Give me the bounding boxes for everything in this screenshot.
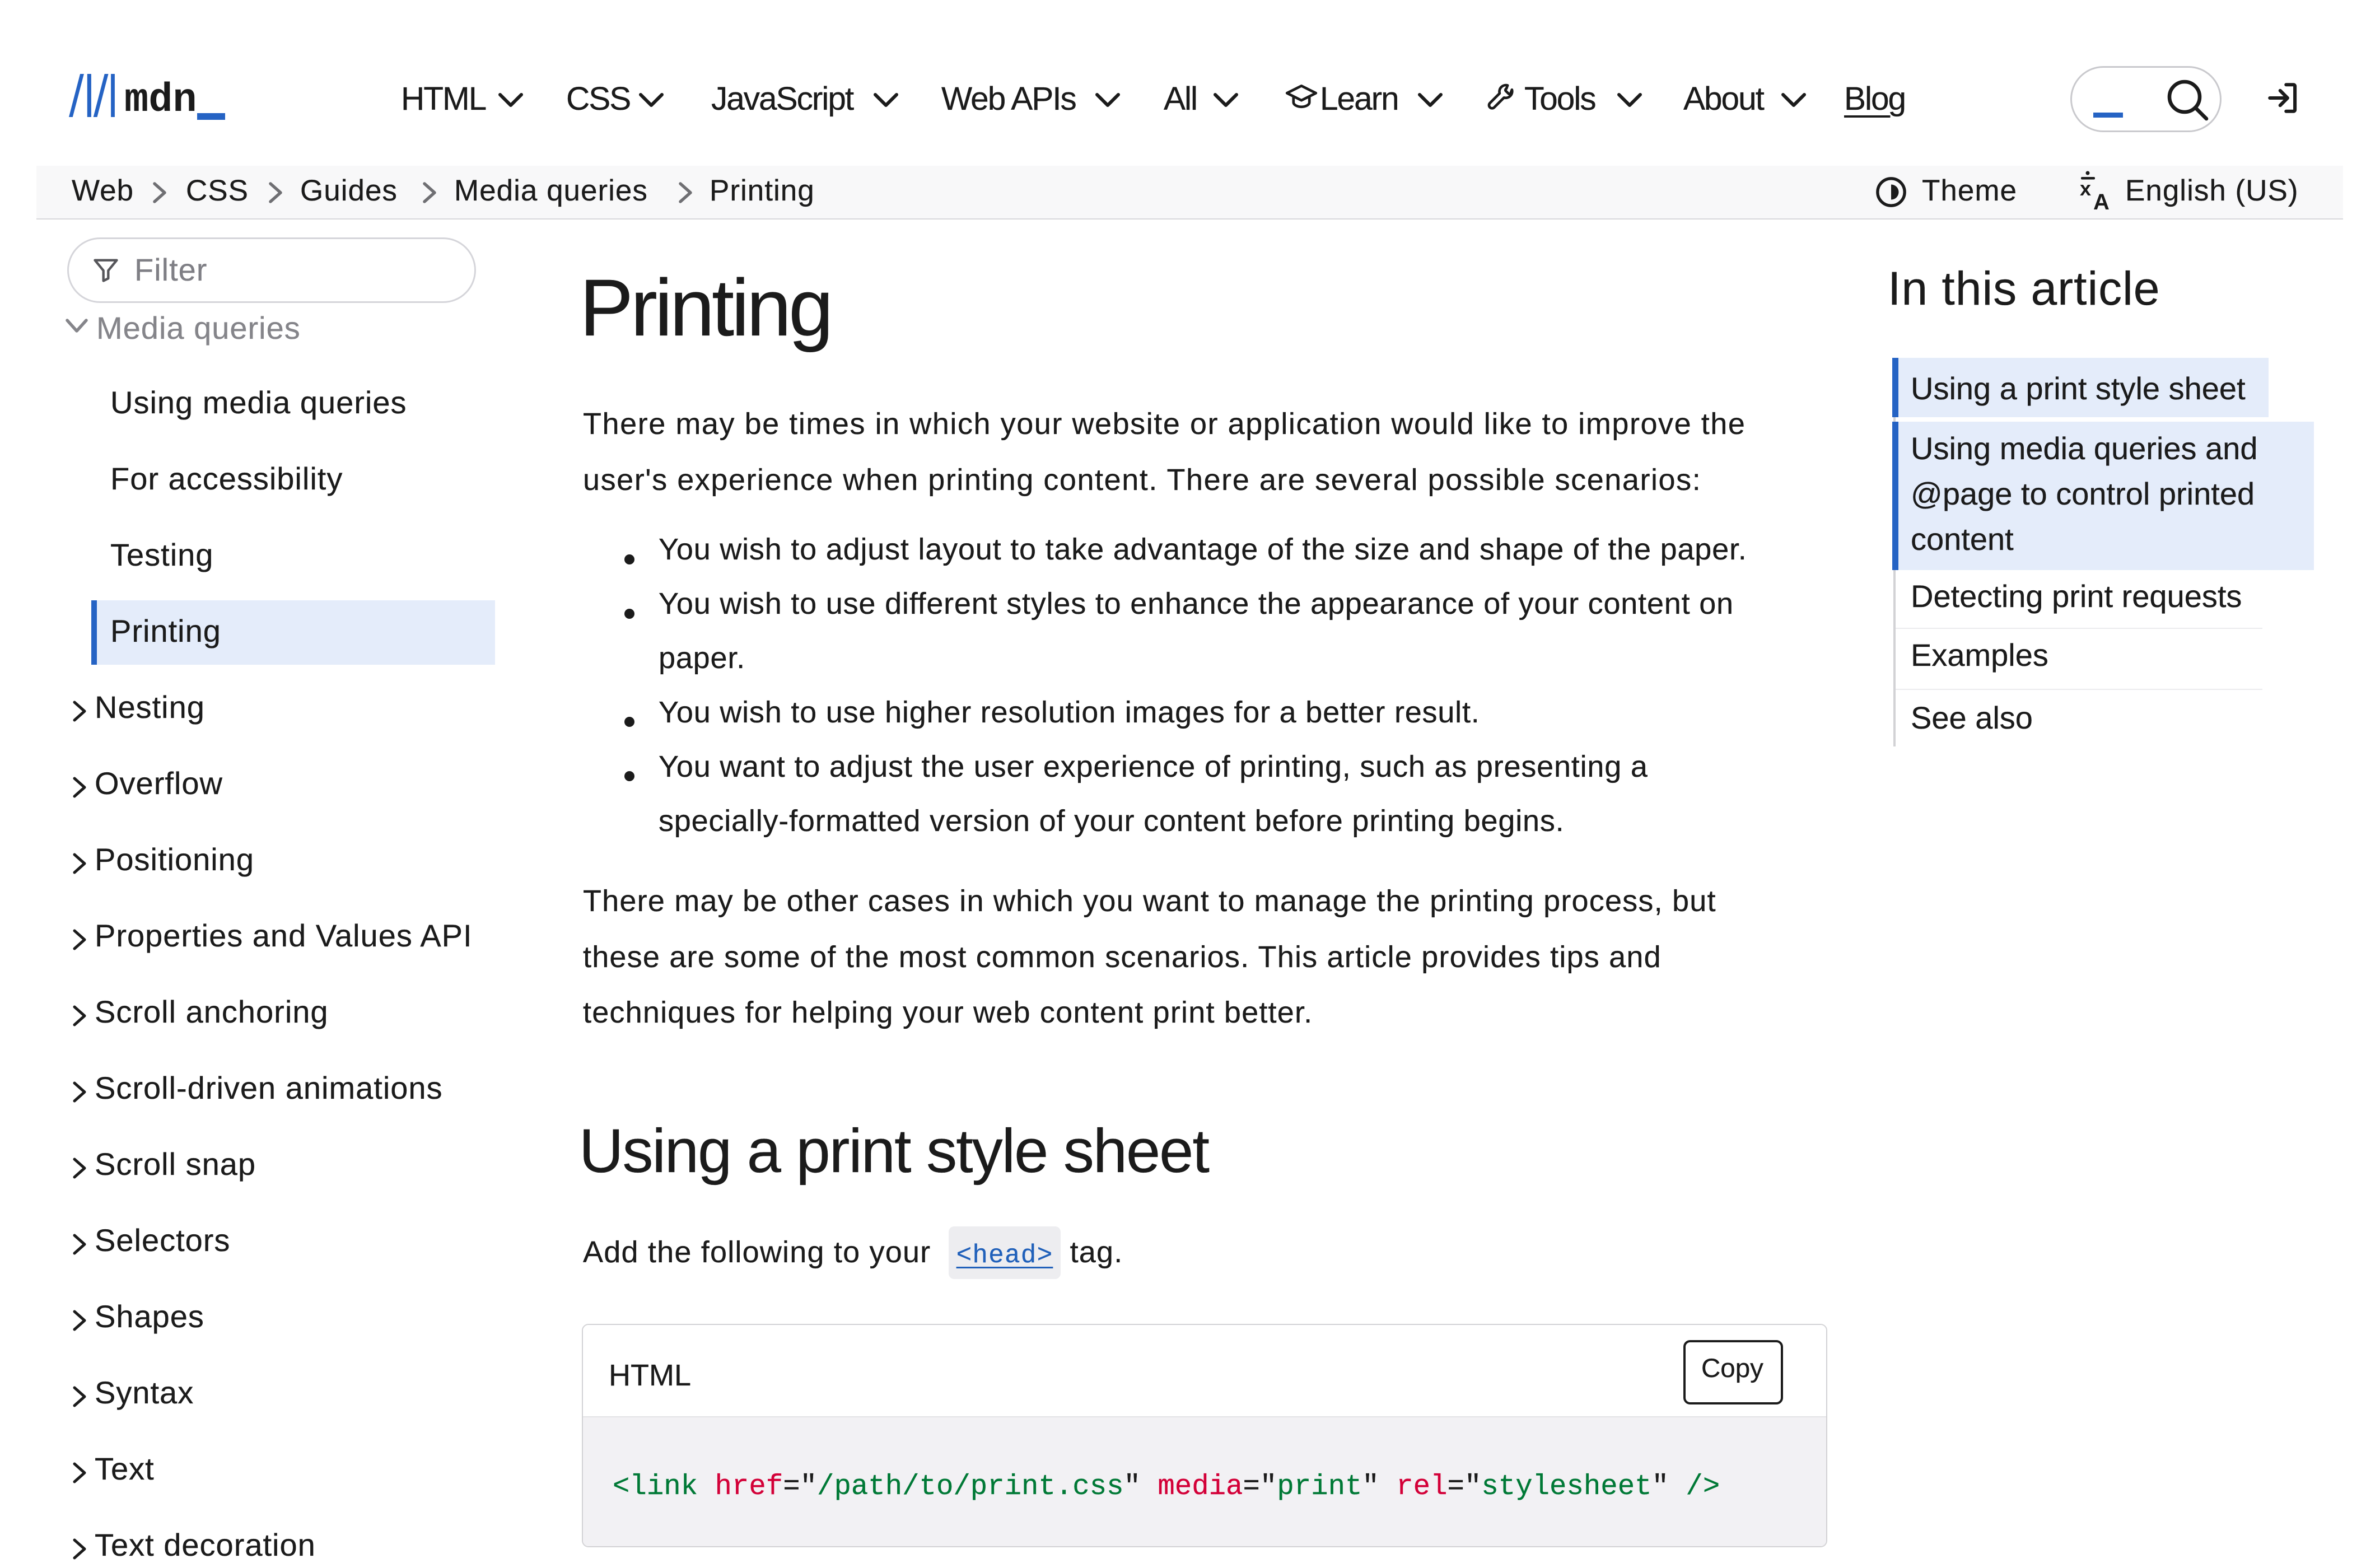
svg-text:x: x [2080,177,2091,200]
svg-text:mdn: mdn [124,77,197,123]
svg-text:A: A [2093,190,2110,211]
